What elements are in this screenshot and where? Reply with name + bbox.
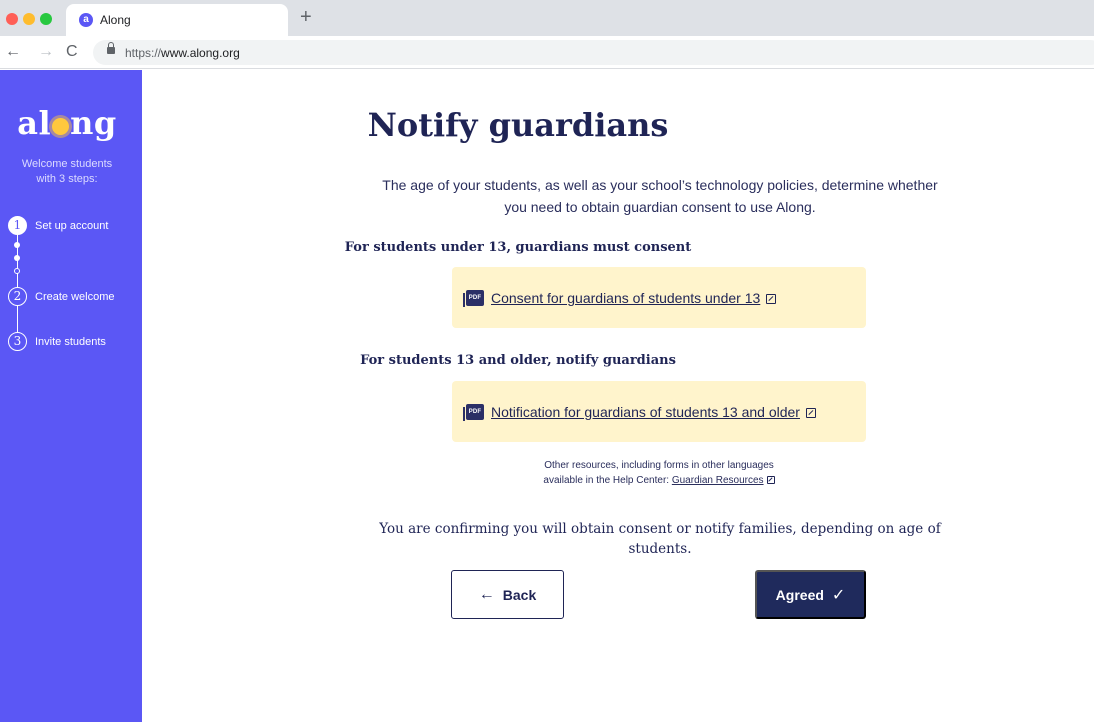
confirmation-text: You are confirming you will obtain conse…	[379, 521, 941, 557]
minimize-window-icon[interactable]	[23, 13, 35, 25]
guardian-resources-link[interactable]: Guardian Resources	[672, 475, 775, 486]
progress-dot	[14, 268, 20, 274]
close-window-icon[interactable]	[6, 13, 18, 25]
notification-form-link[interactable]: Notification for guardians of students 1…	[491, 404, 816, 420]
step-3-number: 3	[8, 332, 27, 351]
over-13-card: PDF Notification for guardians of studen…	[452, 381, 866, 442]
intro-text: The age of your students, as well as you…	[382, 177, 938, 215]
browser-tab-bar: a Along +	[0, 0, 1094, 36]
consent-form-link[interactable]: Consent for guardians of students under …	[491, 290, 777, 306]
reload-icon[interactable]: C	[66, 42, 78, 62]
progress-dot	[14, 255, 20, 261]
step-2-label[interactable]: Create welcome	[35, 290, 114, 304]
browser-tab[interactable]: a Along	[66, 4, 288, 36]
forward-arrow-icon[interactable]: →	[38, 42, 54, 62]
over-13-heading: For students 13 and older, notify guardi…	[360, 353, 676, 368]
back-button[interactable]: ← Back	[451, 570, 564, 619]
page-title: Notify guardians	[367, 106, 669, 144]
pdf-icon: PDF	[463, 404, 484, 421]
lock-icon	[107, 42, 115, 54]
external-link-icon	[805, 408, 816, 418]
main-content: Notify guardians The age of your student…	[142, 70, 1094, 722]
step-2-number: 2	[8, 287, 27, 306]
under-13-card: PDF Consent for guardians of students un…	[452, 267, 866, 328]
checkmark-icon: ✓	[831, 586, 846, 604]
step-3-label[interactable]: Invite students	[35, 335, 106, 349]
maximize-window-icon[interactable]	[40, 13, 52, 25]
step-1-label[interactable]: Set up account	[35, 219, 108, 233]
other-resources-text: Other resources, including forms in othe…	[543, 460, 775, 486]
external-link-icon	[766, 476, 775, 484]
back-arrow-icon[interactable]: ←	[5, 42, 21, 62]
pdf-icon: PDF	[463, 290, 484, 307]
url-text: https://www.along.org	[125, 46, 240, 60]
step-1-number: 1	[8, 216, 27, 235]
address-bar[interactable]: https://www.along.org	[93, 40, 1094, 65]
under-13-heading: For students under 13, guardians must co…	[344, 240, 692, 255]
external-link-icon	[766, 294, 777, 304]
arrow-left-icon: ←	[478, 585, 495, 603]
welcome-text: Welcome students with 3 steps:	[21, 158, 113, 185]
sidebar: al ng Welcome students with 3 steps: 1 Se…	[0, 70, 142, 722]
agreed-button[interactable]: Agreed ✓	[755, 570, 866, 619]
step-connector	[17, 306, 18, 333]
tab-title: Along	[100, 13, 131, 27]
along-favicon-icon: a	[79, 13, 93, 27]
new-tab-button[interactable]: +	[300, 7, 312, 27]
browser-toolbar: ← → C https://www.along.org	[0, 36, 1094, 69]
